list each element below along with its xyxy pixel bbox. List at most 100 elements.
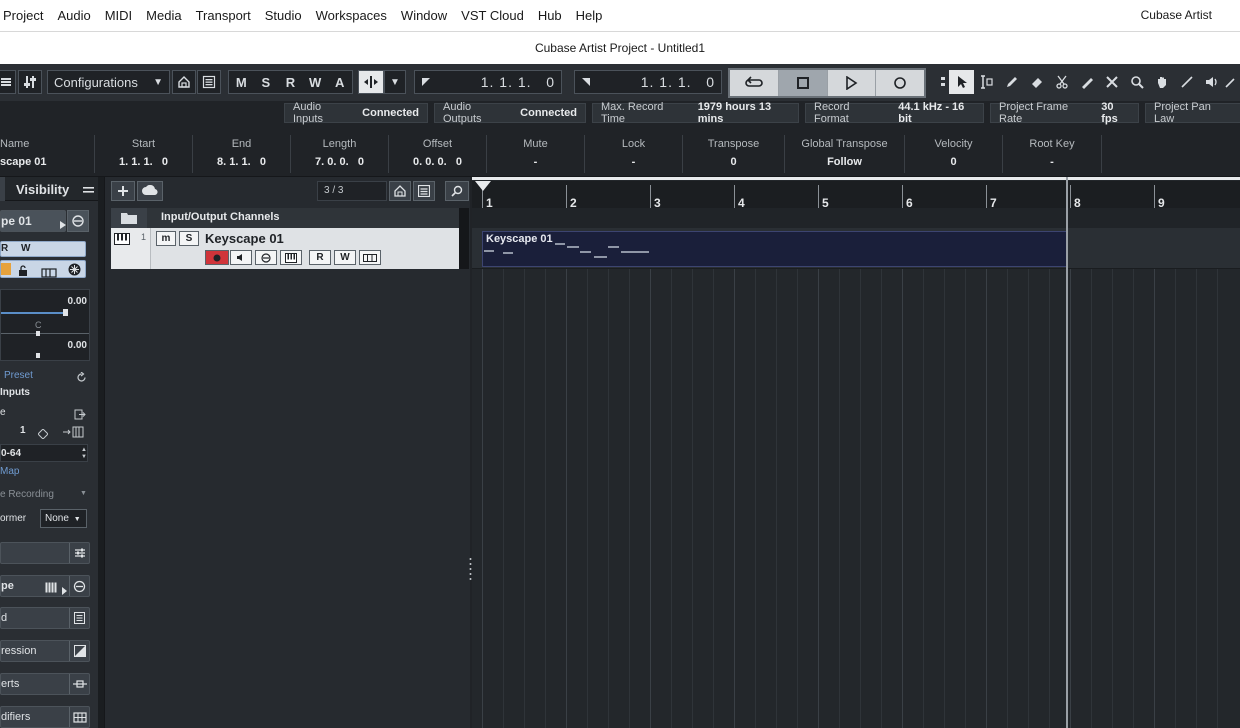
track-home-icon[interactable] (389, 181, 411, 201)
tab-menu-icon[interactable] (83, 183, 94, 201)
info-root-key[interactable]: Root Key - (1003, 135, 1102, 173)
inspector-rw-row[interactable]: R W (0, 241, 86, 257)
track-monitor-button[interactable] (230, 250, 252, 265)
instrument-track[interactable]: 1 m S Keyscape 01 R W (111, 228, 469, 269)
ruler[interactable]: 123456789 (472, 181, 1240, 210)
section-instrument-edit-icon[interactable] (69, 576, 89, 596)
section-modifiers-icon[interactable] (69, 707, 89, 727)
draw-tool-icon[interactable] (999, 70, 1024, 94)
track-name-arrow-icon[interactable] (60, 216, 66, 234)
object-selection-tool-icon[interactable] (949, 70, 974, 94)
track-record-button[interactable] (205, 250, 229, 265)
list-view-icon[interactable] (197, 70, 221, 94)
inspector-read-icon[interactable]: R (1, 243, 8, 254)
volume-slider-handle[interactable] (63, 309, 68, 316)
mute-tool-icon[interactable] (1099, 70, 1124, 94)
channel-out-icon[interactable] (62, 425, 84, 443)
section-instrument-arrow-icon[interactable] (62, 582, 67, 602)
inspector-tab[interactable] (0, 177, 5, 201)
info-start[interactable]: Start 1. 1. 1. 0 (95, 135, 193, 173)
track-search-icon[interactable] (445, 181, 469, 201)
record-button[interactable] (876, 70, 924, 96)
pan-slider[interactable] (1, 333, 89, 334)
section-d[interactable]: d (0, 607, 90, 629)
right-locator-field[interactable]: 1. 1. 1. 0 (574, 70, 722, 94)
lanes-icon[interactable] (41, 265, 57, 283)
tab-visibility[interactable]: Visibility (16, 179, 69, 201)
section-instrument[interactable]: pe (0, 575, 90, 597)
section-inserts[interactable]: erts (0, 673, 90, 695)
info-global-transpose[interactable]: Global Transpose Follow (785, 135, 905, 173)
input-routing-row[interactable]: e (0, 405, 90, 421)
info-transpose[interactable]: Transpose 0 (683, 135, 785, 173)
info-velocity[interactable]: Velocity 0 (905, 135, 1003, 173)
range-field[interactable]: 0-64 ▲ ▼ (0, 444, 88, 462)
track-list-view-icon[interactable] (413, 181, 435, 201)
transformer-dropdown[interactable]: None ▼ (40, 509, 87, 528)
snap-dropdown-icon[interactable]: ▼ (384, 70, 406, 94)
play-button[interactable] (828, 70, 877, 96)
menu-workspaces[interactable]: Workspaces (309, 0, 394, 31)
range-selection-tool-icon[interactable] (974, 70, 999, 94)
info-offset[interactable]: Offset 0. 0. 0. 0 (389, 135, 487, 173)
track-instrument-button[interactable] (280, 250, 302, 265)
track-lanes-button[interactable] (359, 250, 381, 265)
transformer-row[interactable]: ormer None ▼ (0, 509, 90, 529)
track-read-button[interactable]: R (309, 250, 331, 265)
menu-transport[interactable]: Transport (189, 0, 258, 31)
frame-rate-status[interactable]: Project Frame Rate 30 fps (990, 101, 1139, 125)
tool-drag-handle-icon[interactable] (937, 70, 949, 94)
audio-inputs-status[interactable]: Audio Inputs Connected (284, 101, 428, 125)
section-modifiers[interactable]: difiers (0, 706, 90, 728)
configurations-dropdown[interactable]: Configurations ▼ (47, 70, 170, 94)
menu-media[interactable]: Media (139, 0, 188, 31)
edit-instrument-icon[interactable] (67, 210, 89, 232)
inspector-write-icon[interactable]: W (21, 243, 30, 254)
channel-row[interactable]: 1 (0, 423, 90, 440)
read-mode-button[interactable]: R (278, 71, 303, 93)
monitor-icon[interactable] (1, 263, 11, 275)
folder-icon[interactable] (111, 208, 147, 228)
home-icon[interactable] (172, 70, 196, 94)
preset-row[interactable]: Preset (0, 367, 90, 385)
auto-mode-button[interactable]: A (327, 71, 352, 93)
refresh-icon[interactable] (76, 370, 87, 388)
erase-tool-icon[interactable] (1024, 70, 1049, 94)
stop-button[interactable] (778, 70, 828, 96)
range-stepper-icon[interactable]: ▲ ▼ (81, 447, 87, 461)
folder-track[interactable]: Input/Output Channels (111, 208, 469, 228)
info-lock[interactable]: Lock - (585, 135, 683, 173)
track-write-button[interactable]: W (334, 250, 356, 265)
track-name[interactable]: Keyscape 01 (205, 231, 284, 246)
section-collapsed[interactable] (0, 542, 90, 564)
zoom-tool-icon[interactable] (1124, 70, 1149, 94)
channel-diamond-icon[interactable] (37, 426, 49, 444)
delay-slider-handle[interactable] (36, 353, 40, 358)
section-expression[interactable]: ression (0, 640, 90, 662)
left-locator-field[interactable]: 1. 1. 1. 0 (414, 70, 562, 94)
menu-midi[interactable]: MIDI (98, 0, 139, 31)
track-edit-button[interactable] (255, 250, 277, 265)
info-length[interactable]: Length 7. 0. 0. 0 (291, 135, 389, 173)
section-inserts-icon[interactable] (69, 674, 89, 694)
track-mute-button[interactable]: m (156, 231, 176, 246)
menu-hub[interactable]: Hub (531, 0, 569, 31)
section-d-notes-icon[interactable] (69, 608, 89, 628)
inspector-track-name[interactable]: pe 01 (0, 210, 66, 232)
record-format-status[interactable]: Record Format 44.1 kHz - 16 bit (805, 101, 984, 125)
section-expression-icon[interactable] (69, 641, 89, 661)
play-tool-icon[interactable] (1199, 70, 1224, 94)
hand-tool-icon[interactable] (1149, 70, 1174, 94)
menu-window[interactable]: Window (394, 0, 454, 31)
pan-law-status[interactable]: Project Pan Law (1145, 101, 1240, 125)
menu-project[interactable]: Project (0, 0, 50, 31)
write-mode-button[interactable]: W (303, 71, 328, 93)
section-settings-icon[interactable] (69, 543, 89, 563)
snap-icon[interactable] (358, 70, 384, 94)
mute-mode-button[interactable]: M (229, 71, 254, 93)
comp-tool-icon[interactable] (1224, 70, 1236, 94)
info-mute[interactable]: Mute - (487, 135, 585, 173)
project-area[interactable]: 123456789 Keyscape 01 (472, 177, 1240, 728)
recording-row[interactable]: e Recording ▼ (0, 487, 90, 503)
menu-vst-cloud[interactable]: VST Cloud (454, 0, 531, 31)
